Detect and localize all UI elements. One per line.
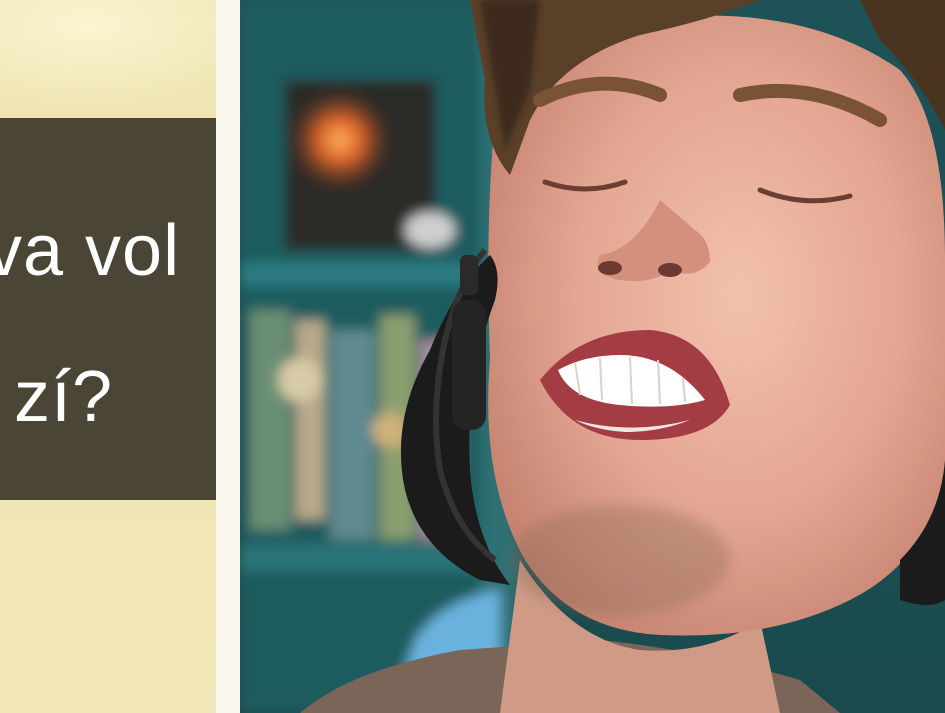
screen: va vol zí?	[0, 0, 945, 713]
webcam-scene	[240, 0, 945, 713]
webcam-feed	[240, 0, 945, 713]
question-text-line-2: zí?	[14, 357, 114, 437]
question-box: va vol zí?	[0, 118, 216, 500]
panel-divider	[216, 0, 240, 713]
panel-sheen	[0, 0, 216, 110]
game-panel: va vol zí?	[0, 0, 216, 713]
question-text-line-1: va vol	[0, 211, 181, 291]
